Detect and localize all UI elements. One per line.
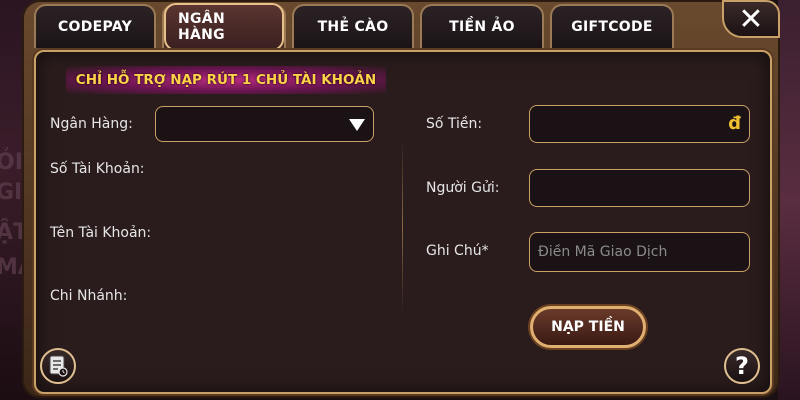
tab-label: GIFTCODE [571,19,653,35]
note-label: Ghi Chú* [426,243,489,259]
chevron-down-icon [349,119,365,131]
notice-banner: CHỈ HỖ TRỢ NẠP RÚT 1 CHỦ TÀI KHOẢN [66,66,386,94]
deposit-button[interactable]: NẠP TIỀN [530,306,646,348]
note-input[interactable] [530,233,749,271]
close-button[interactable]: ✕ [722,0,780,38]
deposit-button-label: NẠP TIỀN [551,319,625,335]
background-right [778,0,800,400]
sender-field[interactable] [529,169,750,207]
tab-label: CODEPAY [57,19,133,35]
tab-codepay[interactable]: CODEPAY [34,4,156,48]
tab-label: THẺ CÀO [317,19,389,35]
amount-field[interactable]: đ [529,105,750,143]
sender-label: Người Gửi: [426,180,500,196]
tab-tien-ao[interactable]: TIỀN ẢO [420,4,544,48]
close-icon: ✕ [738,1,764,37]
account-number-label: Số Tài Khoản: [50,161,145,177]
bank-label: Ngân Hàng: [50,116,133,132]
background-text: ỎI [0,150,23,175]
history-button[interactable] [40,348,76,384]
background-text: GI [0,180,23,205]
column-divider [402,138,403,313]
form-panel [34,50,772,394]
sender-input[interactable] [530,170,749,206]
note-field[interactable] [529,232,750,272]
tab-giftcode[interactable]: GIFTCODE [550,4,674,48]
history-icon [49,355,68,377]
help-button[interactable]: ? [724,348,760,384]
amount-label: Số Tiền: [426,116,483,132]
tab-the-cao[interactable]: THẺ CÀO [292,4,414,48]
tab-ngan-hang[interactable]: NGÂN HÀNG [162,3,286,51]
branch-label: Chi Nhánh: [50,288,128,304]
tab-label: TIỀN ẢO [449,19,515,35]
help-icon: ? [735,352,749,380]
amount-input[interactable] [530,106,749,142]
account-name-label: Tên Tài Khoản: [50,225,152,241]
tab-label: NGÂN HÀNG [164,3,284,51]
currency-symbol: đ [728,113,741,134]
bank-select[interactable] [155,106,374,142]
